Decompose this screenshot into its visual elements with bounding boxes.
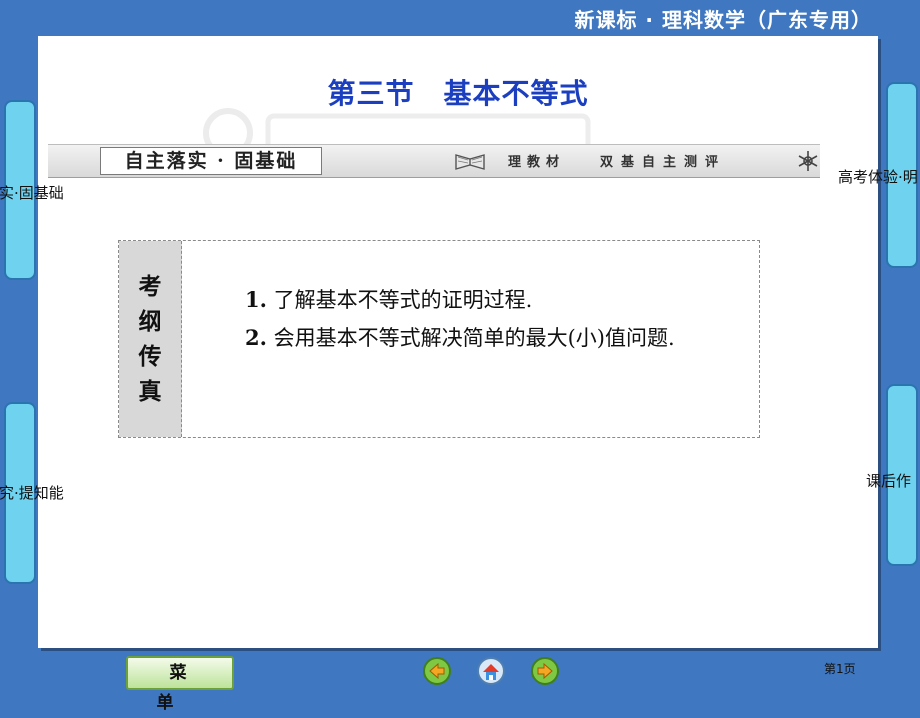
item-text: 了解基本不等式的证明过程.	[266, 288, 533, 312]
header-title: 新课标 · 理科数学（广东专用）	[574, 8, 872, 32]
side-link-right-top[interactable]: 高考体验·明	[838, 166, 920, 187]
syllabus-box: 考 纲 传 真 1. 了解基本不等式的证明过程. 2. 会用基本不等式解决简单的…	[118, 240, 760, 438]
menu-button[interactable]: 菜单	[126, 656, 234, 713]
side-label-chars: 考 纲 传 真	[119, 269, 181, 409]
side-char: 纲	[138, 308, 162, 335]
open-book-icon	[455, 154, 485, 170]
section-label: 自主落实 · 固基础	[100, 147, 322, 175]
slide: 第三节 基本不等式 自主落实 · 固基础 理教材 双基自主测评 考 纲 传 真	[38, 36, 878, 648]
item-number: 1.	[245, 287, 267, 312]
side-char: 考	[138, 273, 162, 300]
list-item: 2. 会用基本不等式解决简单的最大(小)值问题.	[197, 319, 749, 357]
section-sub-b: 双基自主测评	[600, 155, 727, 170]
home-icon[interactable]	[476, 656, 506, 686]
forward-arrow-icon[interactable]	[530, 656, 560, 686]
side-link-right-bottom[interactable]: 课后作	[866, 470, 920, 491]
side-link-left-bottom[interactable]: 探究·提知能	[0, 482, 64, 503]
slide-title: 第三节 基本不等式	[327, 77, 589, 110]
syllabus-side-label: 考 纲 传 真	[119, 241, 182, 437]
list-item: 1. 了解基本不等式的证明过程.	[197, 281, 749, 319]
section-bar: 自主落实 · 固基础 理教材 双基自主测评	[48, 144, 820, 178]
item-text: 会用基本不等式解决简单的最大(小)值问题.	[266, 326, 675, 350]
side-char: 传	[138, 343, 162, 370]
section-sub-a: 理教材	[508, 155, 566, 170]
back-arrow-icon[interactable]	[422, 656, 452, 686]
side-char: 真	[138, 378, 162, 405]
snowflake-icon	[798, 151, 818, 171]
side-link-left-top[interactable]: 落实·固基础	[0, 182, 64, 203]
page-number: 第1页	[824, 662, 856, 676]
item-number: 2.	[245, 325, 267, 350]
syllabus-items: 1. 了解基本不等式的证明过程. 2. 会用基本不等式解决简单的最大(小)值问题…	[197, 281, 749, 357]
